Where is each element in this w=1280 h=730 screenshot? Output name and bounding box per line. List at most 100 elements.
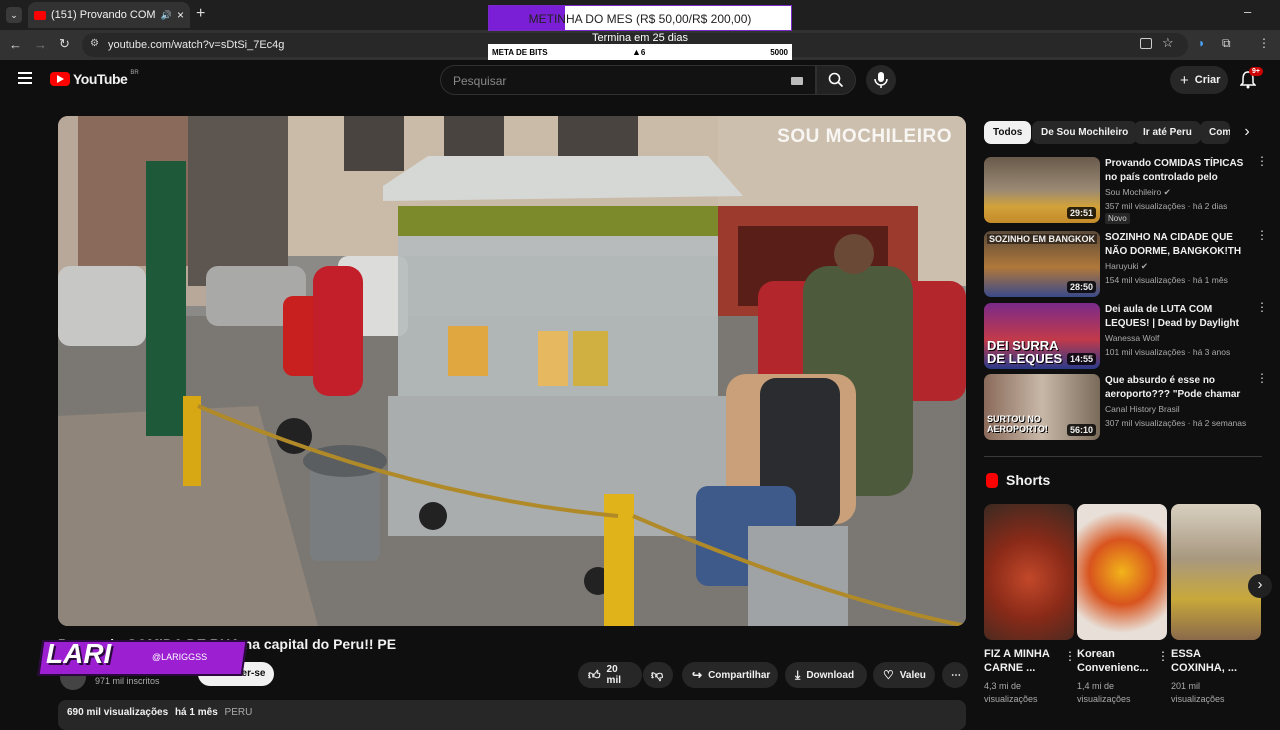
youtube-logo[interactable]: YouTube BR <box>50 70 139 87</box>
notifications-button[interactable]: 9+ <box>1239 67 1263 94</box>
search-placeholder: Pesquisar <box>453 74 507 88</box>
like-count: 20 mil <box>606 664 621 686</box>
recommended-video[interactable]: DEI SURRA DE LEQUES 14:55 Dei aula de LU… <box>984 301 1274 369</box>
microphone-icon <box>874 72 888 88</box>
kebab-menu-icon[interactable]: ⋮ <box>1256 155 1268 173</box>
shorts-next-button[interactable]: › <box>1248 574 1272 598</box>
short-thumbnail[interactable] <box>1077 504 1167 640</box>
browser-menu-icon[interactable]: ⋮ <box>1258 36 1270 50</box>
download-button[interactable]: ⤓ Download <box>785 662 867 688</box>
browser-tab[interactable]: (151) Provando COMIDA DE RUA na capital … <box>28 2 190 28</box>
recommended-video[interactable]: SOZINHO EM BANGKOK 28:50 SOZINHO NA CIDA… <box>984 229 1274 297</box>
short-title[interactable]: Korean Convenienc... <box>1077 647 1157 675</box>
close-tab-icon[interactable]: × <box>177 8 184 22</box>
bookmark-star-icon[interactable]: ☆ <box>1162 35 1174 51</box>
short-title[interactable]: FIZ A MINHA CARNE ... <box>984 647 1064 675</box>
short-title[interactable]: ESSA COXINHA, ... <box>1171 647 1251 675</box>
extension-icon[interactable]: ◗ <box>1198 36 1205 50</box>
youtube-logo-text: YouTube <box>73 71 128 87</box>
video-stats: 101 mil visualizações · há 3 anos <box>1105 347 1231 357</box>
youtube-header: YouTube BR Pesquisar + Criar 9+ <box>0 60 1280 100</box>
new-tab-icon[interactable]: + <box>196 5 205 23</box>
verified-icon: ✔ <box>1163 187 1171 197</box>
voice-search-button[interactable] <box>866 65 896 95</box>
reload-icon[interactable]: ↻ <box>59 36 70 52</box>
like-button[interactable]: 👍︎ 20 mil <box>578 662 642 688</box>
thumbnail-text: DEI SURRA DE LEQUES <box>987 338 1063 366</box>
short-card[interactable]: Korean Convenienc... 1,4 mi de visualiza… <box>1077 504 1169 704</box>
kebab-menu-icon[interactable]: ⋮ <box>1256 372 1268 390</box>
site-info-icon[interactable]: ⚙ <box>90 38 99 49</box>
video-title[interactable]: Dei aula de LUTA COM LEQUES! | Dead by D… <box>1105 303 1245 331</box>
video-stats: 307 mil visualizações · há 2 semanas <box>1105 418 1247 428</box>
chip-from-channel[interactable]: De Sou Mochileiro <box>1032 121 1138 144</box>
chip-more[interactable]: Com <box>1200 121 1230 144</box>
install-app-icon[interactable] <box>1140 38 1152 49</box>
notification-badge: 9+ <box>1249 67 1263 76</box>
plus-icon: + <box>1180 71 1189 89</box>
subscriber-count: 971 mil inscritos <box>95 676 160 686</box>
kebab-menu-icon[interactable]: ⋮ <box>1064 649 1076 663</box>
share-button[interactable]: ↪ Compartilhar <box>682 662 778 688</box>
video-thumbnail[interactable]: SOZINHO EM BANGKOK 28:50 <box>984 231 1100 297</box>
bits-current-group: ▲6 <box>632 47 645 57</box>
url-text: youtube.com/watch?v=sDtSi_7Ec4g <box>108 39 285 51</box>
video-title[interactable]: Provando COMIDAS TÍPICAS no país control… <box>1105 157 1245 185</box>
channel-name[interactable]: Sou Mochileiro ✔ <box>1105 187 1171 198</box>
keyboard-icon[interactable] <box>791 77 803 85</box>
audio-icon[interactable]: 🔊 <box>161 10 172 21</box>
recommended-video[interactable]: 29:51 Provando COMIDAS TÍPICAS no país c… <box>984 155 1274 224</box>
new-badge: Novo <box>1105 213 1130 224</box>
video-title[interactable]: Que absurdo é esse no aeroporto??? "Pode… <box>1105 374 1245 402</box>
back-icon[interactable]: ← <box>9 37 22 52</box>
bits-current: 6 <box>640 48 646 57</box>
video-duration: 14:55 <box>1066 353 1096 365</box>
thumbnail-text: SURTOU NO AEROPORTO! <box>987 414 1048 434</box>
video-thumbnail[interactable]: DEI SURRA DE LEQUES 14:55 <box>984 303 1100 369</box>
dislike-button[interactable]: 👎︎ <box>643 662 673 688</box>
video-stats: 357 mil visualizações · há 2 dias <box>1105 201 1228 211</box>
more-actions-button[interactable]: ⋯ <box>942 662 968 688</box>
extensions-puzzle-icon[interactable]: ⧉ <box>1222 36 1231 51</box>
download-label: Download <box>806 669 855 681</box>
video-title[interactable]: SOZINHO NA CIDADE QUE NÃO DORME, BANGKOK… <box>1105 231 1245 259</box>
short-views: 1,4 mi de visualizações <box>1077 681 1131 704</box>
share-label: Compartilhar <box>708 669 771 681</box>
bits-marker-icon: ▲ <box>632 47 641 57</box>
short-card[interactable]: FIZ A MINHA CARNE ... 4,3 mi de visualiz… <box>984 504 1076 704</box>
channel-name[interactable]: Wanessa Wolf <box>1105 333 1159 343</box>
recommended-video[interactable]: SURTOU NO AEROPORTO! 56:10 Que absurdo é… <box>984 372 1274 440</box>
channel-name[interactable]: Canal History Brasil <box>1105 404 1180 414</box>
kebab-menu-icon[interactable]: ⋮ <box>1256 229 1268 247</box>
verified-icon: ✔ <box>1140 261 1149 271</box>
chevron-right-icon[interactable]: › <box>1236 122 1258 144</box>
more-icon: ⋯ <box>951 669 961 681</box>
short-card[interactable]: ESSA COXINHA, ... 201 mil visualizações <box>1171 504 1261 704</box>
minimize-icon[interactable]: – <box>1244 4 1251 19</box>
streamer-handle: @LARIGGSS <box>152 652 208 662</box>
forward-icon[interactable]: → <box>34 37 47 52</box>
shorts-title: Shorts <box>1006 472 1051 488</box>
create-label: Criar <box>1194 74 1221 86</box>
chip-go-to-peru[interactable]: Ir até Peru <box>1134 121 1201 144</box>
tab-list-dropdown-icon[interactable]: ⌄ <box>6 7 22 23</box>
search-button[interactable] <box>816 65 856 95</box>
thanks-button[interactable]: ♡ Valeu <box>873 662 935 688</box>
channel-name[interactable]: Haruyuki ✔ <box>1105 261 1148 272</box>
create-button[interactable]: + Criar <box>1170 66 1228 94</box>
chip-all[interactable]: Todos <box>984 121 1032 144</box>
short-thumbnail[interactable] <box>1171 504 1261 640</box>
shorts-logo-icon <box>986 472 998 488</box>
video-thumbnail[interactable]: 29:51 <box>984 157 1100 223</box>
video-thumbnail[interactable]: SURTOU NO AEROPORTO! 56:10 <box>984 374 1100 440</box>
video-player[interactable]: SOU MOCHILEIRO <box>58 116 966 626</box>
kebab-menu-icon[interactable]: ⋮ <box>1256 301 1268 319</box>
description-box[interactable]: 690 mil visualizações há 1 mês PERU <box>58 700 966 730</box>
hamburger-menu-icon[interactable] <box>18 72 32 84</box>
share-icon: ↪ <box>692 668 703 682</box>
shorts-header: Shorts <box>986 472 1050 488</box>
short-views: 4,3 mi de visualizações <box>984 681 1038 704</box>
kebab-menu-icon[interactable]: ⋮ <box>1157 649 1169 663</box>
short-thumbnail[interactable] <box>984 504 1074 640</box>
search-input[interactable]: Pesquisar <box>440 65 816 95</box>
